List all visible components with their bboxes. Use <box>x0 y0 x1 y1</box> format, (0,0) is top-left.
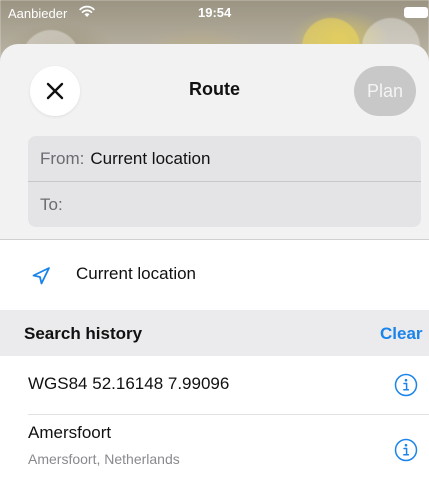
status-time: 19:54 <box>198 5 232 20</box>
history-item[interactable]: WGS84 52.16148 7.99096 <box>0 356 429 414</box>
wifi-icon <box>79 5 95 17</box>
clear-history-button[interactable]: Clear <box>380 324 423 344</box>
info-icon[interactable] <box>394 438 418 462</box>
from-field[interactable]: From: Current location <box>40 136 210 181</box>
current-location-row[interactable]: Current location <box>0 240 429 310</box>
history-item-name: Amersfoort <box>28 423 112 442</box>
history-item-name: WGS84 52.16148 7.99096 <box>28 374 230 393</box>
route-input-group: From: Current location To: <box>28 136 421 227</box>
location-arrow-icon <box>32 267 50 285</box>
to-field[interactable]: To: <box>40 182 69 227</box>
history-item-subtitle: Amersfoort, Netherlands <box>28 451 180 467</box>
search-history-title: Search history <box>24 324 143 343</box>
plan-button[interactable]: Plan <box>354 66 416 116</box>
history-item[interactable]: Amersfoort Amersfoort, Netherlands <box>0 415 429 478</box>
search-history-header: Search history Clear <box>0 310 429 356</box>
route-sheet: Route Plan From: Current location To: Cu… <box>0 44 429 478</box>
battery-icon <box>404 7 428 18</box>
status-bar: Aanbieder 19:54 <box>0 0 429 24</box>
carrier-name: Aanbieder <box>8 6 68 21</box>
to-label: To: <box>40 194 63 214</box>
from-value: Current location <box>90 148 211 168</box>
current-location-label: Current location <box>76 264 197 283</box>
from-label: From: <box>40 148 85 168</box>
route-divider <box>28 181 421 182</box>
info-icon[interactable] <box>394 373 418 397</box>
sheet-header: Route Plan <box>0 44 429 126</box>
